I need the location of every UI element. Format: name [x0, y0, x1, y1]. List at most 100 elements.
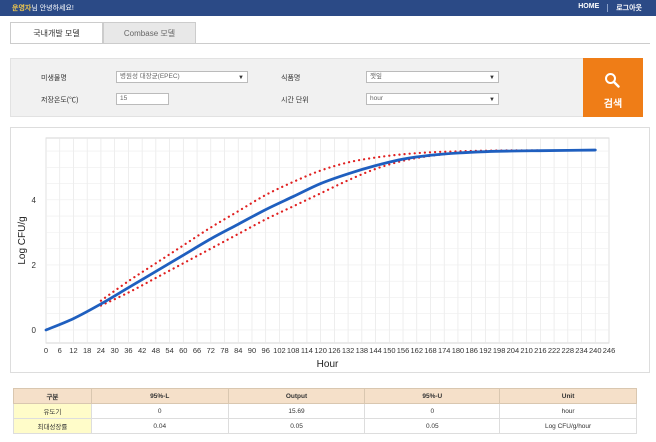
x-tick-label: 192	[479, 346, 492, 355]
y-tick-label: 2	[32, 261, 37, 270]
x-tick-label: 102	[273, 346, 286, 355]
x-tick-label: 108	[287, 346, 300, 355]
y-tick-label: 0	[32, 326, 37, 335]
x-tick-label: 84	[234, 346, 242, 355]
x-tick-label: 228	[562, 346, 575, 355]
x-tick-label: 138	[356, 346, 369, 355]
temp-value: 15	[120, 95, 128, 102]
x-tick-label: 126	[328, 346, 341, 355]
col-upper: 95%-U	[364, 388, 501, 404]
x-tick-label: 204	[507, 346, 520, 355]
x-tick-label: 42	[138, 346, 146, 355]
table-header-row: 구분 95%-L Output 95%-U Unit	[13, 388, 637, 404]
cell-unit: hour	[499, 403, 637, 419]
x-tick-label: 168	[424, 346, 437, 355]
x-tick-label: 132	[342, 346, 355, 355]
plot-area	[45, 137, 610, 344]
x-tick-label: 156	[397, 346, 410, 355]
food-select[interactable]: 깻잎 ▼	[366, 71, 499, 83]
x-tick-label: 210	[520, 346, 533, 355]
tab-combase-model[interactable]: Combase 모델	[103, 22, 196, 44]
x-tick-label: 66	[193, 346, 201, 355]
x-tick-label: 24	[97, 346, 105, 355]
x-tick-label: 198	[493, 346, 506, 355]
top-bar: 운영자님 안녕하세요! HOME 로그아웃	[0, 0, 656, 16]
search-icon	[605, 73, 620, 88]
x-tick-label: 120	[314, 346, 327, 355]
x-tick-label: 48	[152, 346, 160, 355]
chevron-down-icon: ▼	[489, 97, 495, 103]
x-tick-label: 234	[575, 346, 588, 355]
search-button-label: 검색	[603, 99, 623, 110]
table-row: 최대성장률 0.04 0.05 0.05 Log CFU/g/hour	[13, 418, 637, 434]
time-unit-label: 시간 단위	[281, 97, 309, 104]
greeting-text: 님 안녕하세요!	[31, 5, 74, 12]
x-tick-label: 60	[179, 346, 187, 355]
x-tick-label: 30	[110, 346, 118, 355]
col-lower: 95%-L	[90, 388, 229, 404]
x-tick-label: 96	[262, 346, 270, 355]
x-tick-label: 0	[44, 346, 48, 355]
x-tick-label: 174	[438, 346, 451, 355]
time-unit-select[interactable]: hour ▼	[366, 93, 499, 105]
x-tick-label: 246	[603, 346, 616, 355]
user-name: 운영자	[12, 5, 32, 12]
food-label: 식품명	[281, 75, 301, 82]
cell-unit: Log CFU/g/hour	[499, 418, 637, 434]
food-value: 깻잎	[370, 73, 382, 80]
microbe-select[interactable]: 병원성 대장균(EPEC) ▼	[116, 71, 248, 83]
cell-upper: 0.05	[364, 418, 501, 434]
x-tick-label: 186	[465, 346, 478, 355]
col-unit: Unit	[499, 388, 637, 404]
x-tick-label: 162	[410, 346, 423, 355]
x-tick-label: 180	[452, 346, 465, 355]
cell-output: 15.69	[227, 403, 366, 419]
search-button[interactable]: 검색	[583, 58, 643, 117]
x-tick-label: 6	[58, 346, 62, 355]
greeting: 운영자님 안녕하세요!	[12, 3, 74, 13]
home-link[interactable]: HOME	[578, 3, 599, 13]
y-tick-label: 4	[32, 196, 37, 205]
top-links: HOME 로그아웃	[578, 3, 642, 13]
chevron-down-icon: ▼	[489, 75, 495, 81]
x-tick-label: 18	[83, 346, 91, 355]
cell-upper: 0	[364, 403, 501, 419]
x-tick-label: 78	[220, 346, 228, 355]
col-output: Output	[227, 388, 366, 404]
results-table: 구분 95%-L Output 95%-U Unit 유도기 0 15.69 0…	[13, 388, 637, 434]
tab-underline	[10, 43, 650, 44]
x-tick-label: 144	[369, 346, 382, 355]
temp-input[interactable]: 15	[116, 93, 169, 105]
x-tick-label: 222	[548, 346, 561, 355]
chart-panel: 0 6 12 18 24 30 36 42 48 54 60 66 72 78 84 90 96 102 108 11…	[10, 127, 650, 373]
row-label: 최대성장률	[13, 418, 92, 434]
col-category: 구분	[13, 388, 92, 404]
x-tick-label: 36	[124, 346, 132, 355]
tab-domestic-model[interactable]: 국내개발 모델	[10, 22, 103, 44]
x-tick-label: 72	[207, 346, 215, 355]
cell-lower: 0.04	[90, 418, 229, 434]
row-label: 유도기	[13, 403, 92, 419]
logout-link[interactable]: 로그아웃	[616, 3, 642, 13]
x-tick-label: 240	[589, 346, 602, 355]
chevron-down-icon: ▼	[238, 75, 244, 81]
time-unit-value: hour	[370, 95, 384, 102]
link-divider	[607, 4, 609, 12]
model-tabs: 국내개발 모델 Combase 모델	[10, 22, 196, 44]
cell-lower: 0	[90, 403, 229, 419]
cell-output: 0.05	[227, 418, 366, 434]
growth-chart: 0 6 12 18 24 30 36 42 48 54 60 66 72 78 84 90 96 102 108 11…	[17, 137, 616, 370]
x-tick-label: 150	[383, 346, 396, 355]
x-tick-label: 216	[534, 346, 547, 355]
microbe-value: 병원성 대장균(EPEC)	[120, 73, 180, 80]
temp-label: 저장온도(℃)	[41, 97, 79, 104]
y-axis-label: Log CFU/g	[17, 216, 28, 264]
filter-panel: 미생물명 병원성 대장균(EPEC) ▼ 식품명 깻잎 ▼ 저장온도(℃) 15…	[10, 58, 643, 117]
x-tick-label: 114	[301, 346, 313, 355]
table-row: 유도기 0 15.69 0 hour	[13, 403, 637, 419]
x-tick-label: 90	[248, 346, 256, 355]
x-axis-label: Hour	[317, 359, 339, 370]
x-tick-label: 54	[165, 346, 173, 355]
x-tick-label: 12	[69, 346, 77, 355]
microbe-label: 미생물명	[41, 75, 67, 82]
